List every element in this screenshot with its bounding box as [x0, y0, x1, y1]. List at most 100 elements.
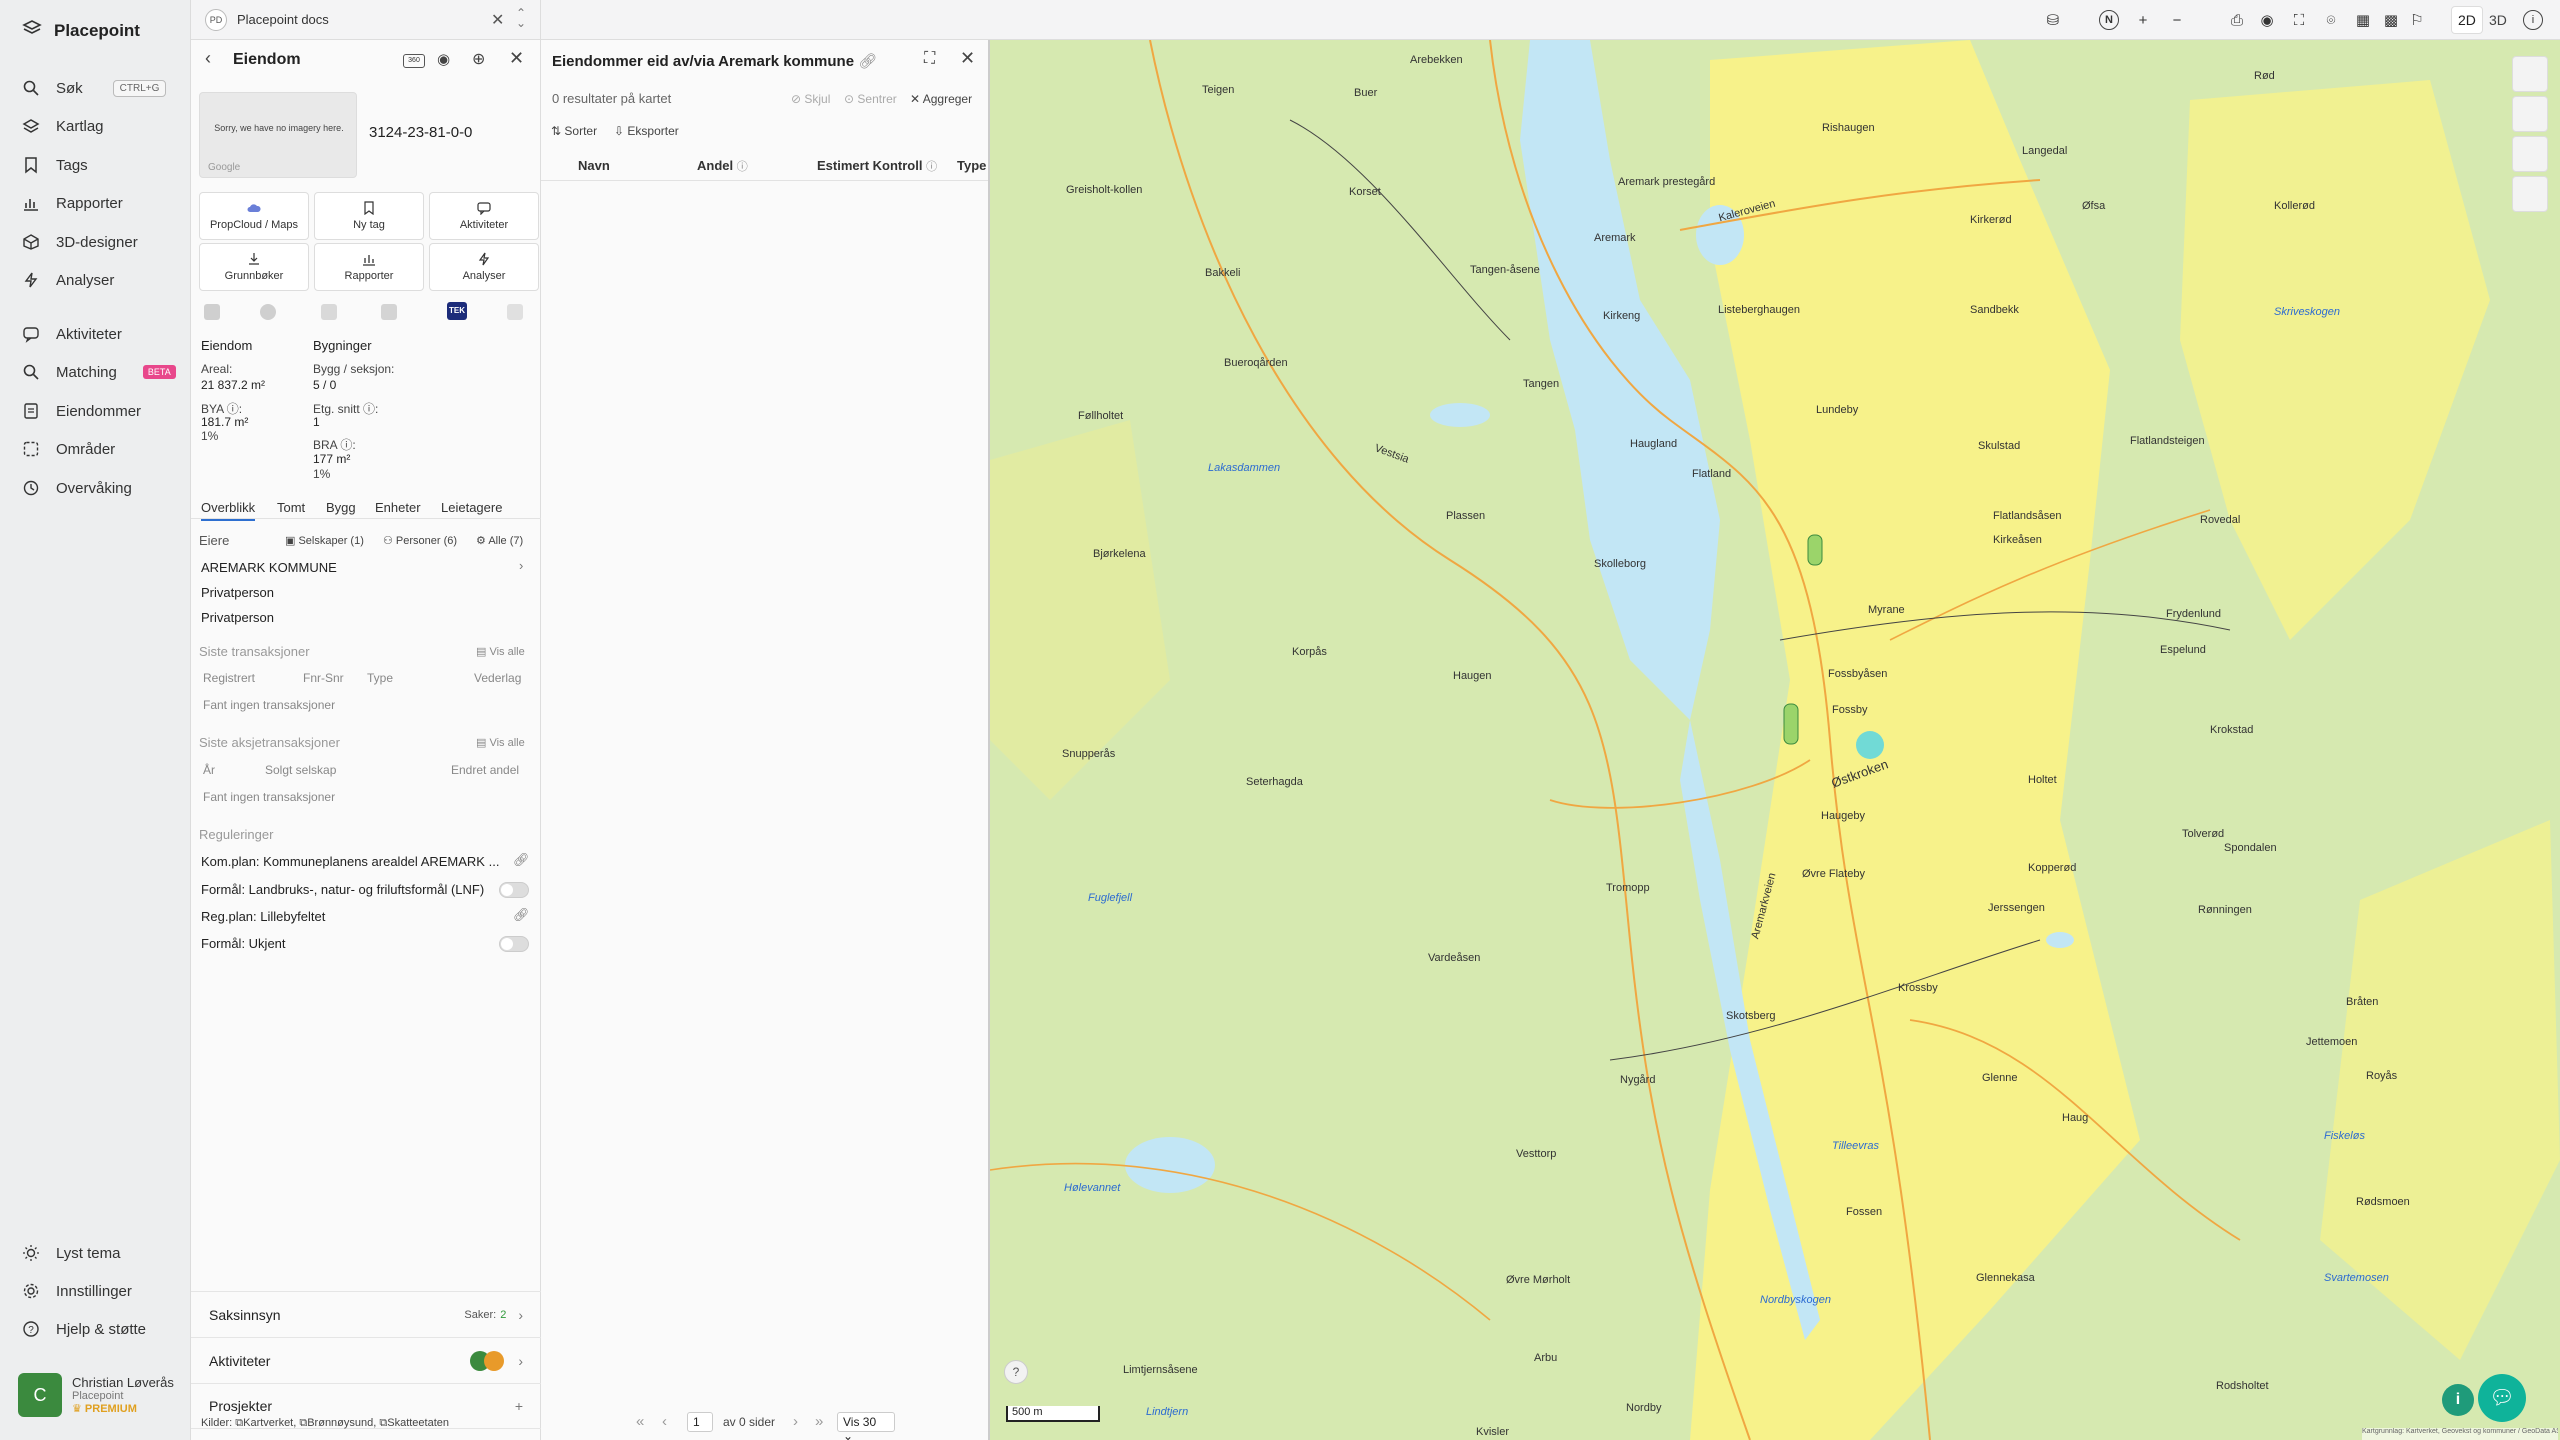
zoom-in-icon[interactable]: + [2133, 10, 2153, 30]
sort-button[interactable]: ⇅ Sorter [551, 124, 597, 138]
info-icon[interactable]: i [2523, 10, 2543, 30]
expand-icon[interactable]: ⛶ [924, 50, 935, 68]
reports-button[interactable]: Rapporter [314, 243, 424, 291]
property-image[interactable]: Sorry, we have no imagery here. Google [199, 92, 357, 178]
nav-help[interactable]: ? Hjelp & støtte [22, 1316, 146, 1342]
nav-settings[interactable]: Innstillinger [22, 1278, 132, 1304]
nav-search[interactable]: Søk CTRL+G [22, 75, 167, 101]
nav-tags[interactable]: Tags [22, 152, 88, 178]
close-icon[interactable]: ✕ [491, 10, 504, 30]
nav-properties[interactable]: Eiendommer [22, 398, 141, 424]
map-canvas[interactable]: Arebekken Rød Teigen Buer Rishaugen Lang… [990, 40, 2560, 1440]
owner-row[interactable]: Privatperson [201, 585, 274, 600]
globe-icon[interactable] [260, 304, 276, 320]
panorama-icon[interactable]: 360 [403, 54, 425, 68]
owner-row[interactable]: AREMARK KOMMUNE [201, 560, 337, 575]
plant-icon[interactable] [321, 304, 337, 320]
app-brand[interactable]: Placepoint [22, 18, 140, 43]
zoom-out-icon[interactable]: − [2167, 10, 2187, 30]
grid-icon[interactable] [204, 304, 220, 320]
nav-monitoring[interactable]: Overvåking [22, 475, 132, 501]
compass-icon[interactable]: N [2099, 10, 2119, 30]
activities-row[interactable]: Aktiviteter › [191, 1337, 541, 1383]
filter-companies[interactable]: ▣ Selskaper (1) [285, 534, 364, 547]
nav-3d-designer[interactable]: 3D-designer [22, 229, 138, 255]
nav-activities[interactable]: Aktiviteter [22, 321, 122, 347]
case-access-row[interactable]: Saksinnsyn Saker: 2 › [191, 1291, 541, 1337]
map-tool-ruler[interactable] [2512, 96, 2548, 132]
eye-icon[interactable]: ◉ [2257, 10, 2277, 30]
tab-bygg[interactable]: Bygg [326, 500, 356, 515]
nav-areas[interactable]: Områder [22, 436, 115, 462]
page-input[interactable]: 1 [687, 1412, 713, 1432]
source-link[interactable]: ⧉Kartverket, [235, 1417, 296, 1429]
mode-2d-button[interactable]: 2D [2451, 6, 2483, 34]
document-tab[interactable]: PD Placepoint docs ✕ ⌃ ⌄ [191, 0, 541, 40]
activities-button[interactable]: Aktiviteter [429, 192, 539, 240]
share-see-all[interactable]: ▤ Vis alle [476, 736, 525, 749]
tab-overblikk[interactable]: Overblikk [201, 500, 256, 521]
aggregate-button[interactable]: ✕ Aggreger [910, 92, 972, 106]
land-registry-button[interactable]: Grunnbøker [199, 243, 309, 291]
mode-3d-button[interactable]: 3D [2483, 6, 2513, 34]
analyses-button[interactable]: Analyser [429, 243, 539, 291]
nav-reports[interactable]: Rapporter [22, 190, 123, 216]
map-tool-profile[interactable] [2512, 176, 2548, 212]
chevron-updown-icon[interactable]: ⌃ ⌄ [516, 7, 526, 29]
close-icon[interactable]: ✕ [960, 48, 975, 69]
home-icon[interactable] [507, 304, 523, 320]
chevron-right-icon[interactable]: › [519, 558, 523, 573]
source-link[interactable]: ⧉Skatteetaten [379, 1417, 449, 1429]
owner-row[interactable]: Privatperson [201, 610, 274, 625]
add-circle-icon[interactable]: ⊕ [472, 49, 485, 69]
col-type[interactable]: Type [957, 158, 986, 173]
link-icon[interactable]: 🔗︎ [513, 907, 530, 923]
map-tool-layers[interactable] [2512, 56, 2548, 92]
close-panel-icon[interactable]: ✕ [509, 48, 524, 69]
layers-stack-icon[interactable]: ⛁ [2043, 10, 2063, 30]
new-tag-button[interactable]: Ny tag [314, 192, 424, 240]
eye-icon[interactable]: ◉ [437, 50, 450, 68]
first-page-icon[interactable]: « [636, 1413, 644, 1430]
export-button[interactable]: ⇩ Eksporter [614, 124, 679, 138]
prev-page-icon[interactable]: ‹ [662, 1413, 667, 1430]
col-navn[interactable]: Navn [578, 158, 610, 173]
grid-icon[interactable]: ▦ [2353, 10, 2373, 30]
user-profile[interactable]: C Christian Løverås Placepoint ♛ PREMIUM [18, 1373, 174, 1417]
source-link[interactable]: ⧉Brønnøysund, [299, 1417, 376, 1429]
chat-fab-icon[interactable]: 💬︎ [2478, 1374, 2526, 1422]
ukjent-toggle[interactable] [499, 936, 529, 952]
col-estimated-control[interactable]: Estimert Kontroll ⓘ [817, 158, 937, 174]
center-button[interactable]: ⊙ Sentrer [844, 92, 897, 106]
lnf-toggle[interactable] [499, 882, 529, 898]
propcloud-button[interactable]: PropCloud / Maps [199, 192, 309, 240]
basemap-icon[interactable]: ▩ [2381, 10, 2401, 30]
nav-analyses[interactable]: Analyser [22, 267, 114, 293]
info-fab-icon[interactable]: i [2442, 1384, 2474, 1416]
last-page-icon[interactable]: » [815, 1413, 823, 1430]
tab-tomt[interactable]: Tomt [277, 500, 305, 515]
reg-row[interactable]: Reg.plan: Lillebyfeltet [201, 909, 325, 924]
filter-persons[interactable]: ⚇ Personer (6) [383, 534, 457, 547]
reg-row[interactable]: Kom.plan: Kommuneplanens arealdel AREMAR… [201, 854, 499, 869]
tab-enheter[interactable]: Enheter [375, 500, 421, 515]
tek-badge[interactable]: TEK [447, 302, 467, 320]
fullscreen-icon[interactable]: ⛶ [2289, 10, 2309, 30]
plus-icon[interactable]: + [515, 1398, 523, 1414]
bookmark-icon[interactable]: ⚐ [2407, 10, 2427, 30]
signal-icon[interactable] [381, 304, 397, 320]
transactions-see-all[interactable]: ▤ Vis alle [476, 645, 525, 658]
col-andel[interactable]: Andel ⓘ [697, 158, 748, 174]
help-icon[interactable]: ? [1004, 1360, 1028, 1384]
back-arrow-icon[interactable]: ‹ [205, 48, 211, 69]
nav-theme[interactable]: Lyst tema [22, 1240, 120, 1266]
hide-button[interactable]: ⊘ Skjul [791, 92, 830, 106]
camera-icon[interactable]: ⌾ [2321, 10, 2341, 30]
print-icon[interactable]: ⎙ [2227, 10, 2247, 30]
link-icon[interactable]: 🔗︎ [513, 852, 530, 868]
next-page-icon[interactable]: › [793, 1413, 798, 1430]
per-page-select[interactable]: Vis 30 ⌄ [837, 1412, 895, 1440]
nav-layers[interactable]: Kartlag [22, 113, 104, 139]
nav-matching[interactable]: Matching BETA [22, 359, 176, 385]
filter-all[interactable]: ⚙ Alle (7) [476, 534, 523, 547]
